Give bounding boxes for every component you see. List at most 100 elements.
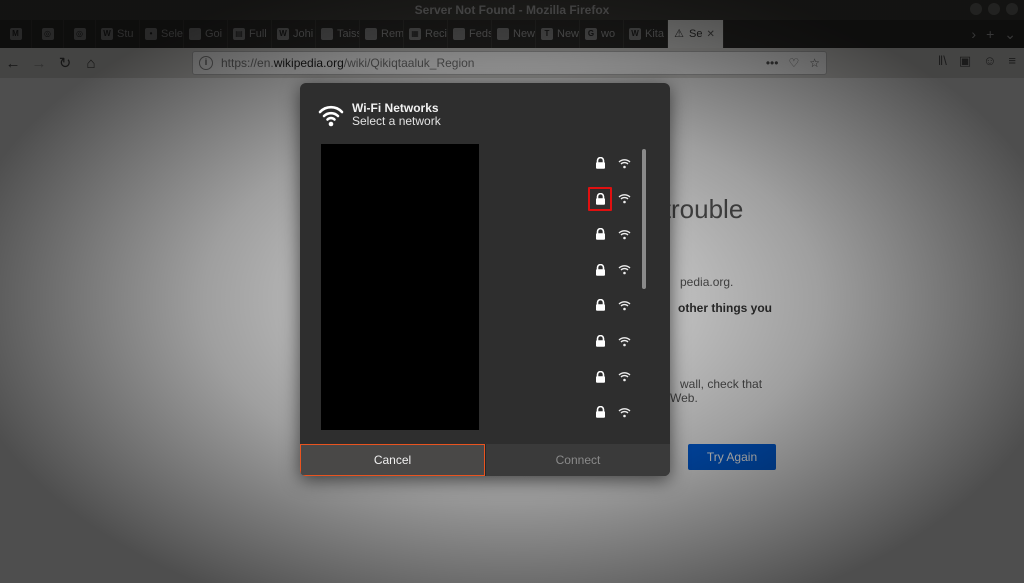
- page-actions-icon[interactable]: •••: [766, 56, 779, 70]
- close-window-button[interactable]: [1006, 3, 1018, 15]
- network-row[interactable]: [590, 224, 634, 244]
- connect-button[interactable]: Connect: [485, 444, 670, 476]
- network-row[interactable]: [590, 367, 634, 387]
- browser-tab[interactable]: Feds re: [448, 20, 492, 48]
- lock-icon: [595, 157, 605, 169]
- maximize-button[interactable]: [988, 3, 1000, 15]
- back-button[interactable]: ←: [0, 50, 26, 76]
- browser-tab[interactable]: ⚠ Se ✕: [668, 20, 724, 48]
- wikipedia-icon: W: [629, 28, 641, 40]
- list-all-tabs-icon[interactable]: ⌄: [1004, 26, 1016, 43]
- network-row[interactable]: [590, 295, 634, 315]
- sidebar-icon[interactable]: ▣: [959, 53, 971, 69]
- blank-icon: [497, 28, 509, 40]
- url-bar[interactable]: i https://en. wikipedia.org/wiki/Qikiqtaa…: [192, 51, 827, 75]
- error-text-suggestion: other things you: [678, 301, 772, 315]
- signal-icon: [618, 301, 631, 311]
- lock-icon: [595, 228, 605, 240]
- dialog-subtitle: Select a network: [352, 114, 441, 128]
- highlighted-lock: [588, 186, 612, 211]
- browser-tab[interactable]: ◎: [32, 20, 64, 48]
- browser-tab[interactable]: ◎: [64, 20, 96, 48]
- tab-label: Taissun: [337, 28, 359, 40]
- forward-arrow-icon: →: [31, 54, 47, 72]
- wikipedia-icon: W: [101, 28, 113, 40]
- minimize-button[interactable]: [970, 3, 982, 15]
- tab-label: Stu: [117, 28, 134, 40]
- close-tab-icon[interactable]: ✕: [706, 29, 714, 40]
- lock-icon: [595, 335, 605, 347]
- browser-tab[interactable]: Gwo: [580, 20, 624, 48]
- library-icon[interactable]: ‖\: [938, 53, 947, 69]
- browser-tab[interactable]: Remem: [360, 20, 404, 48]
- account-icon[interactable]: ☺: [983, 53, 996, 69]
- browser-tab[interactable]: W Kita: [624, 20, 668, 48]
- site-info-icon[interactable]: i: [199, 56, 213, 70]
- tab-label: New: [557, 28, 580, 40]
- globe-icon: ◎: [73, 28, 86, 40]
- browser-tab[interactable]: Goi: [184, 20, 228, 48]
- browser-tab[interactable]: W Stu: [96, 20, 140, 48]
- bookmark-star-icon[interactable]: ☆: [809, 56, 820, 70]
- lock-icon: [595, 406, 605, 418]
- signal-icon: [618, 194, 631, 204]
- browser-tab[interactable]: New bo: [492, 20, 536, 48]
- lock-container: [590, 295, 610, 315]
- tab-label: wo: [601, 28, 616, 40]
- lock-container: [590, 153, 610, 173]
- tab-strip-tools: › + ⌄: [971, 26, 1024, 43]
- browser-tab[interactable]: ▤ Full: [228, 20, 272, 48]
- network-row[interactable]: [590, 260, 634, 280]
- red-dot-icon: •: [145, 28, 157, 40]
- network-row[interactable]: [590, 402, 634, 422]
- warning-icon: ⚠: [674, 28, 684, 40]
- reload-button[interactable]: ↻: [52, 50, 78, 76]
- google-icon: G: [585, 28, 597, 40]
- home-icon: ⌂: [86, 54, 96, 72]
- network-list-scrollbar[interactable]: [642, 149, 646, 289]
- try-again-button[interactable]: Try Again: [688, 444, 776, 470]
- error-text-firewall: wall, check that: [680, 377, 763, 391]
- tab-label: Goi: [205, 28, 223, 40]
- lock-container: [590, 224, 610, 244]
- tab-label: Remem: [381, 28, 404, 40]
- browser-tab[interactable]: T New: [536, 20, 580, 48]
- signal-icon: [618, 265, 631, 275]
- document-icon: ▤: [233, 28, 245, 40]
- back-arrow-icon: ←: [5, 54, 21, 72]
- lock-container: [590, 260, 610, 280]
- globe-icon: ◎: [41, 28, 54, 40]
- wifi-icon: [318, 105, 344, 126]
- home-button[interactable]: ⌂: [78, 50, 104, 76]
- tab-scroll-right-icon[interactable]: ›: [971, 26, 976, 43]
- network-names-pane[interactable]: [321, 144, 479, 430]
- wifi-dialog: Wi-Fi Networks Select a network Cancel C…: [300, 83, 670, 476]
- tab-label: Johi: [293, 28, 314, 40]
- dialog-buttons: Cancel Connect: [300, 444, 670, 476]
- blank-icon: [453, 28, 465, 40]
- image-icon: ▦: [409, 28, 421, 40]
- tab-label: Reci: [425, 28, 448, 40]
- network-row[interactable]: [590, 153, 634, 173]
- lock-icon: [595, 263, 605, 276]
- dialog-title: Wi-Fi Networks: [352, 101, 439, 115]
- nyt-icon: T: [541, 28, 553, 40]
- window-controls: [970, 3, 1018, 15]
- tab-label: Full: [249, 28, 267, 40]
- cancel-button[interactable]: Cancel: [300, 444, 485, 476]
- tab-label: Sele: [161, 28, 184, 40]
- browser-tab[interactable]: • Sele: [140, 20, 184, 48]
- signal-icon: [618, 229, 631, 239]
- browser-tab[interactable]: ▦ Reci: [404, 20, 448, 48]
- pocket-icon[interactable]: ♡: [788, 56, 799, 70]
- forward-button[interactable]: →: [26, 50, 52, 76]
- dialog-header: Wi-Fi Networks Select a network: [318, 101, 441, 128]
- browser-tab[interactable]: M: [0, 20, 32, 48]
- new-tab-icon[interactable]: +: [986, 26, 994, 43]
- network-row[interactable]: [588, 186, 634, 211]
- browser-tab[interactable]: Taissun: [316, 20, 360, 48]
- browser-tab[interactable]: W Johi: [272, 20, 316, 48]
- network-row[interactable]: [590, 331, 634, 351]
- tab-label: Kita: [645, 28, 664, 40]
- menu-icon[interactable]: ≡: [1008, 53, 1016, 69]
